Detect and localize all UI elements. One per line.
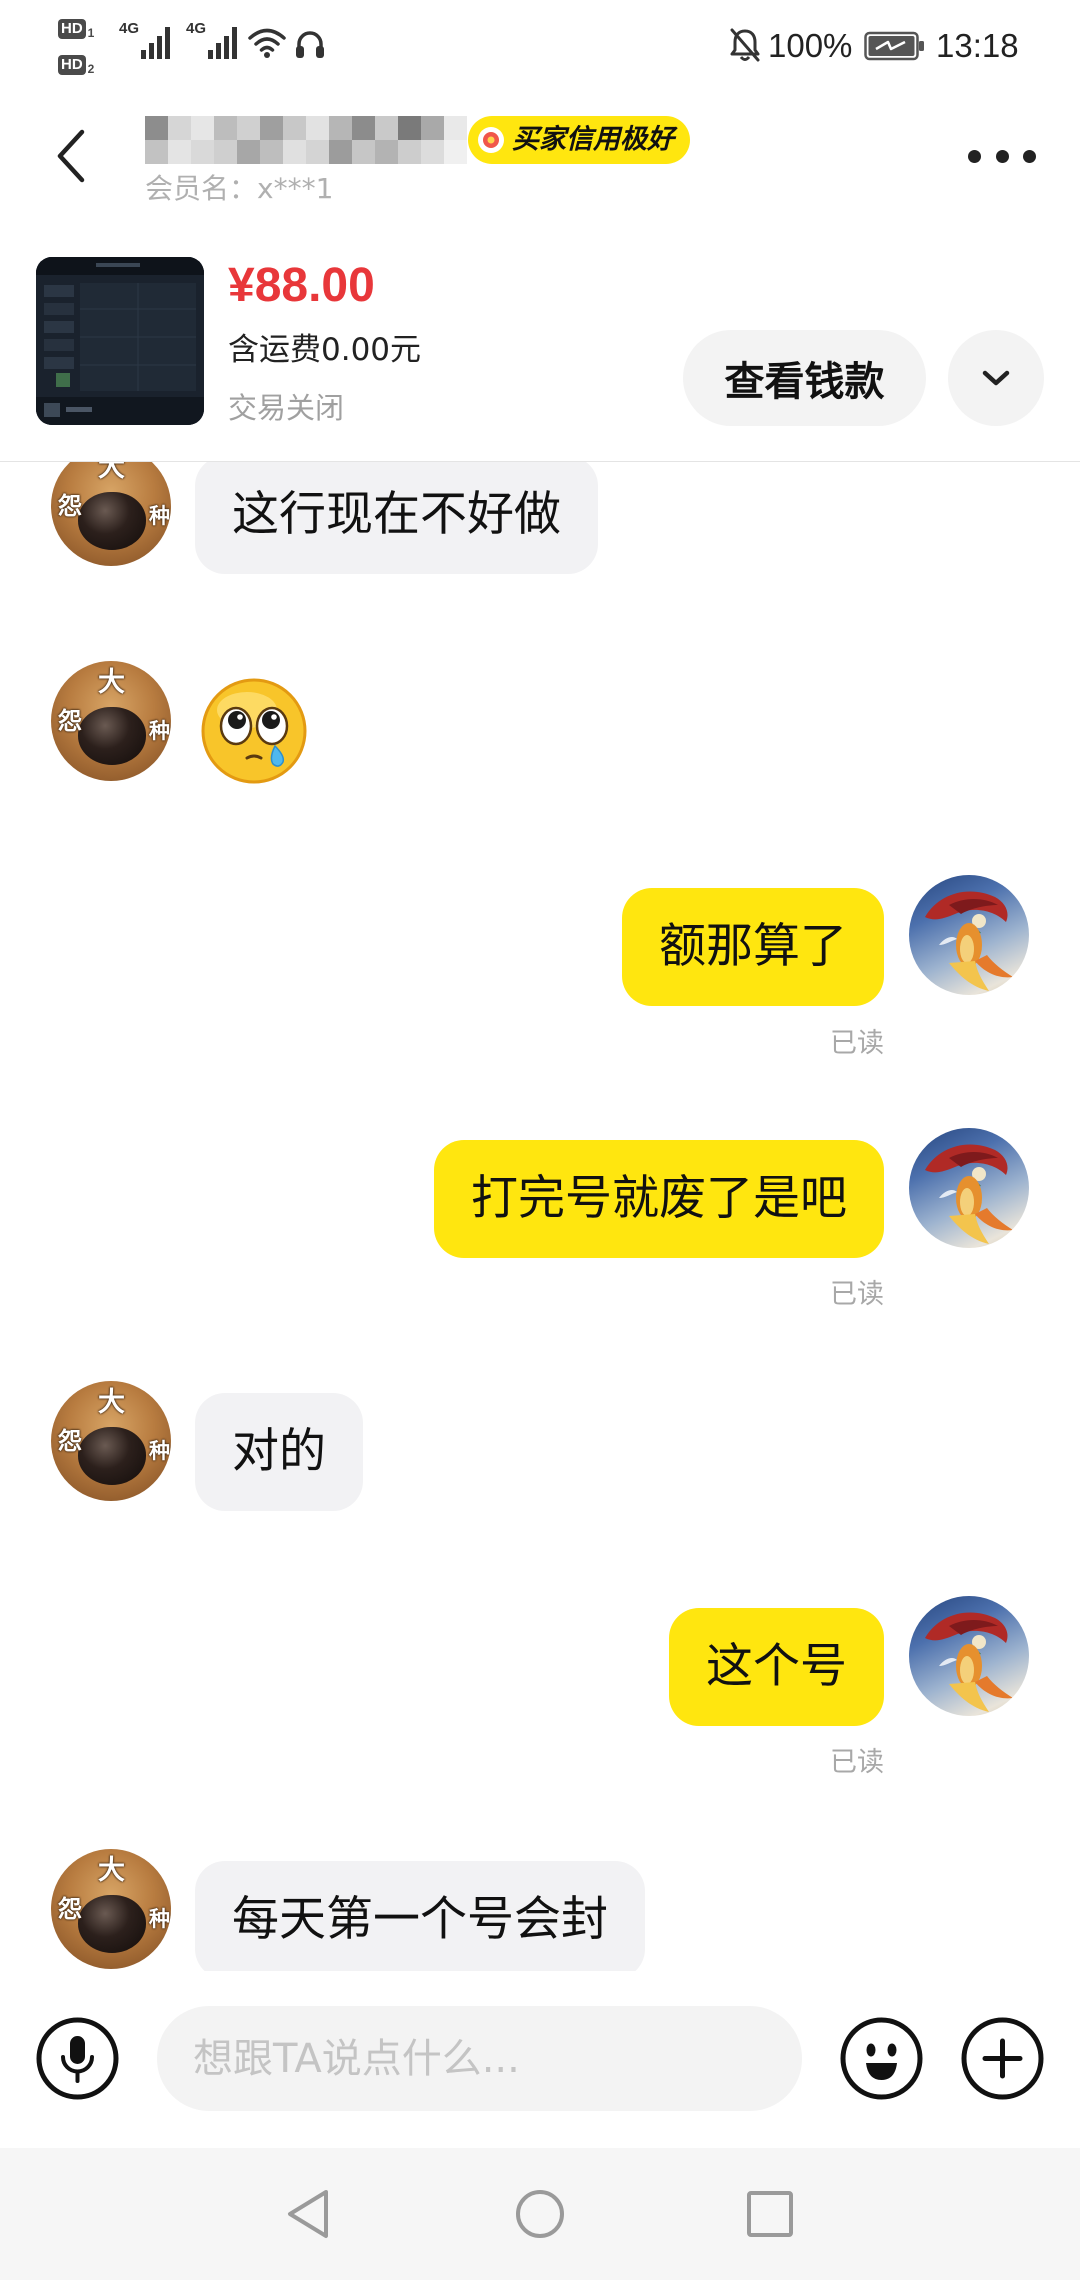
battery-icon — [864, 31, 924, 61]
nav-home-button[interactable] — [514, 2188, 566, 2240]
home-circle-icon — [516, 2190, 564, 2238]
contact-name-redacted[interactable] — [145, 116, 467, 164]
emoji-icon — [840, 2017, 923, 2100]
incoming-message-bubble[interactable]: 这行现在不好做 — [195, 462, 598, 574]
my-avatar[interactable] — [909, 1128, 1029, 1248]
phoenix-image — [925, 1144, 1013, 1244]
headphones-icon — [296, 31, 324, 58]
avatar-char: 种 — [149, 719, 170, 743]
avatar-char: 种 — [149, 504, 170, 528]
back-button[interactable] — [46, 122, 102, 190]
network-type-2: 4G — [186, 20, 207, 37]
signal-icon — [141, 27, 170, 59]
clock: 13:18 — [936, 27, 1019, 64]
read-receipt: 已读 — [830, 1028, 884, 1059]
more-icon — [968, 149, 981, 163]
dog-nose — [78, 1427, 146, 1485]
incoming-message-bubble[interactable]: 对的 — [195, 1393, 363, 1511]
more-button[interactable] — [962, 136, 1042, 176]
dog-nose — [78, 707, 146, 765]
back-triangle-icon — [288, 2190, 328, 2238]
hd-voice-indicator-1: HD 1 — [58, 15, 94, 39]
battery-percent: 100% — [768, 27, 853, 64]
crying-face-emoji[interactable] — [199, 676, 309, 786]
avatar-char: 大 — [98, 462, 125, 483]
avatar-char: 大 — [98, 667, 125, 698]
signal-icon — [208, 27, 237, 59]
member-name: 会员名：x***1 — [145, 172, 334, 205]
avatar-char: 怨 — [58, 707, 82, 735]
avatar-char: 怨 — [58, 492, 82, 520]
credit-badge[interactable]: 买家信用极好 — [468, 116, 690, 164]
my-avatar[interactable] — [909, 1596, 1029, 1716]
my-avatar[interactable] — [909, 875, 1029, 995]
avatar-char: 怨 — [58, 1895, 82, 1923]
plus-icon — [961, 2017, 1044, 2100]
chat-area[interactable]: 大 怨 种 这行现在不好做 大 怨 种 额那算了 已读 打完号就废了是吧 已读 … — [0, 462, 1080, 1971]
outgoing-message-bubble[interactable]: 打完号就废了是吧 — [434, 1140, 884, 1258]
hd-label: HD — [58, 55, 86, 75]
credit-medal-icon — [478, 127, 504, 153]
outgoing-message-bubble[interactable]: 额那算了 — [622, 888, 884, 1006]
message-input[interactable] — [157, 2006, 802, 2111]
read-receipt: 已读 — [830, 1747, 884, 1778]
product-image — [36, 257, 204, 425]
back-arrow-icon — [57, 129, 85, 183]
product-thumbnail[interactable] — [36, 257, 204, 425]
avatar-char: 怨 — [58, 1427, 82, 1455]
incoming-message-bubble[interactable]: 每天第一个号会封 — [195, 1861, 645, 1971]
outgoing-message-bubble[interactable]: 这个号 — [669, 1608, 884, 1726]
dog-nose — [78, 1895, 146, 1953]
hd-label: HD — [58, 19, 86, 39]
more-icon — [995, 149, 1009, 163]
product-price: ¥88.00 — [228, 259, 375, 312]
sim-index: 1 — [87, 26, 95, 40]
attach-button[interactable] — [961, 2017, 1044, 2100]
avatar-char: 种 — [149, 1439, 170, 1463]
shipping-fee: 含运费0.00元 — [228, 332, 422, 368]
phoenix-image — [925, 1612, 1013, 1712]
bell-off-icon — [730, 28, 760, 62]
dog-nose — [78, 492, 146, 550]
status-bar: HD 1 HD 2 4G 4G 100% 13:18 — [0, 0, 1080, 95]
chevron-down-icon — [982, 370, 1010, 386]
emoji-button[interactable] — [840, 2017, 923, 2100]
credit-badge-label: 买家信用极好 — [512, 124, 674, 155]
avatar-char: 大 — [98, 1387, 125, 1418]
wifi-icon — [248, 28, 286, 58]
avatar-char: 种 — [149, 1907, 170, 1931]
system-nav-bar — [0, 2148, 1080, 2280]
contact-avatar[interactable]: 大 怨 种 — [51, 1849, 171, 1969]
sim-index: 2 — [87, 62, 95, 76]
avatar-char: 大 — [98, 1855, 125, 1886]
expand-button[interactable] — [948, 330, 1044, 426]
contact-avatar[interactable]: 大 怨 种 — [51, 661, 171, 781]
phoenix-image — [925, 891, 1013, 991]
nav-recents-button[interactable] — [744, 2188, 796, 2240]
contact-avatar[interactable]: 大 怨 种 — [51, 1381, 171, 1501]
read-receipt: 已读 — [830, 1279, 884, 1310]
contact-avatar[interactable]: 大 怨 种 — [51, 462, 171, 566]
input-bar — [0, 1971, 1080, 2148]
recents-square-icon — [747, 2191, 793, 2237]
view-payment-button[interactable]: 查看钱款 — [683, 330, 926, 426]
view-payment-label: 查看钱款 — [724, 359, 885, 405]
nav-back-button[interactable] — [282, 2188, 334, 2240]
microphone-icon — [36, 2017, 119, 2100]
more-icon — [1023, 149, 1036, 163]
voice-button[interactable] — [36, 2017, 119, 2100]
trade-status: 交易关闭 — [228, 391, 345, 425]
hd-voice-indicator-2: HD 2 — [58, 51, 94, 75]
network-type-1: 4G — [119, 20, 140, 37]
